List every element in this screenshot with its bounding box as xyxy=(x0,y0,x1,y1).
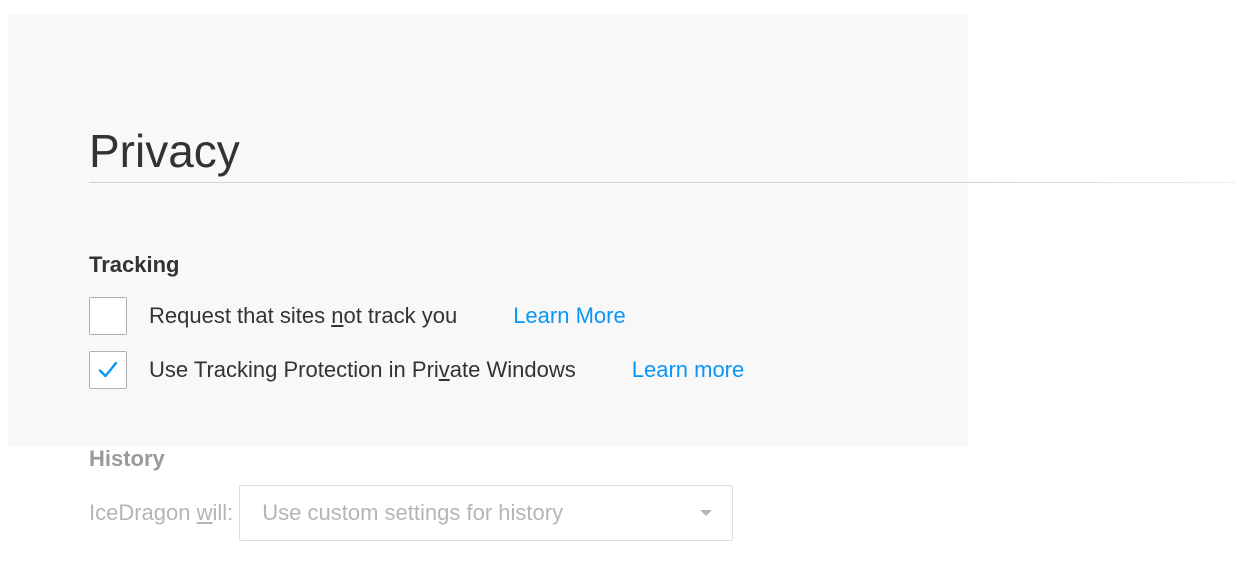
page-title: Privacy xyxy=(89,124,240,177)
checkmark-icon xyxy=(98,361,118,378)
do-not-track-checkbox[interactable] xyxy=(89,297,127,335)
chevron-down-icon xyxy=(700,510,713,516)
do-not-track-learn-more-link[interactable]: Learn More xyxy=(513,303,626,329)
history-row: IceDragon will: Use custom settings for … xyxy=(89,485,734,541)
do-not-track-row: Request that sites not track you Learn M… xyxy=(89,296,626,336)
tracking-protection-learn-more-link[interactable]: Learn more xyxy=(632,357,745,383)
tracking-protection-label[interactable]: Use Tracking Protection in Private Windo… xyxy=(149,357,576,383)
tracking-protection-row: Use Tracking Protection in Private Windo… xyxy=(89,350,744,390)
history-heading: History xyxy=(89,446,165,471)
title-divider xyxy=(89,182,1235,183)
tracking-heading: Tracking xyxy=(89,252,180,277)
tracking-protection-checkbox[interactable] xyxy=(89,351,127,389)
history-mode-select[interactable]: Use custom settings for history xyxy=(239,485,734,541)
history-mode-select-value: Use custom settings for history xyxy=(262,500,564,525)
history-mode-label: IceDragon will: xyxy=(89,500,234,525)
do-not-track-label[interactable]: Request that sites not track you xyxy=(149,303,457,329)
